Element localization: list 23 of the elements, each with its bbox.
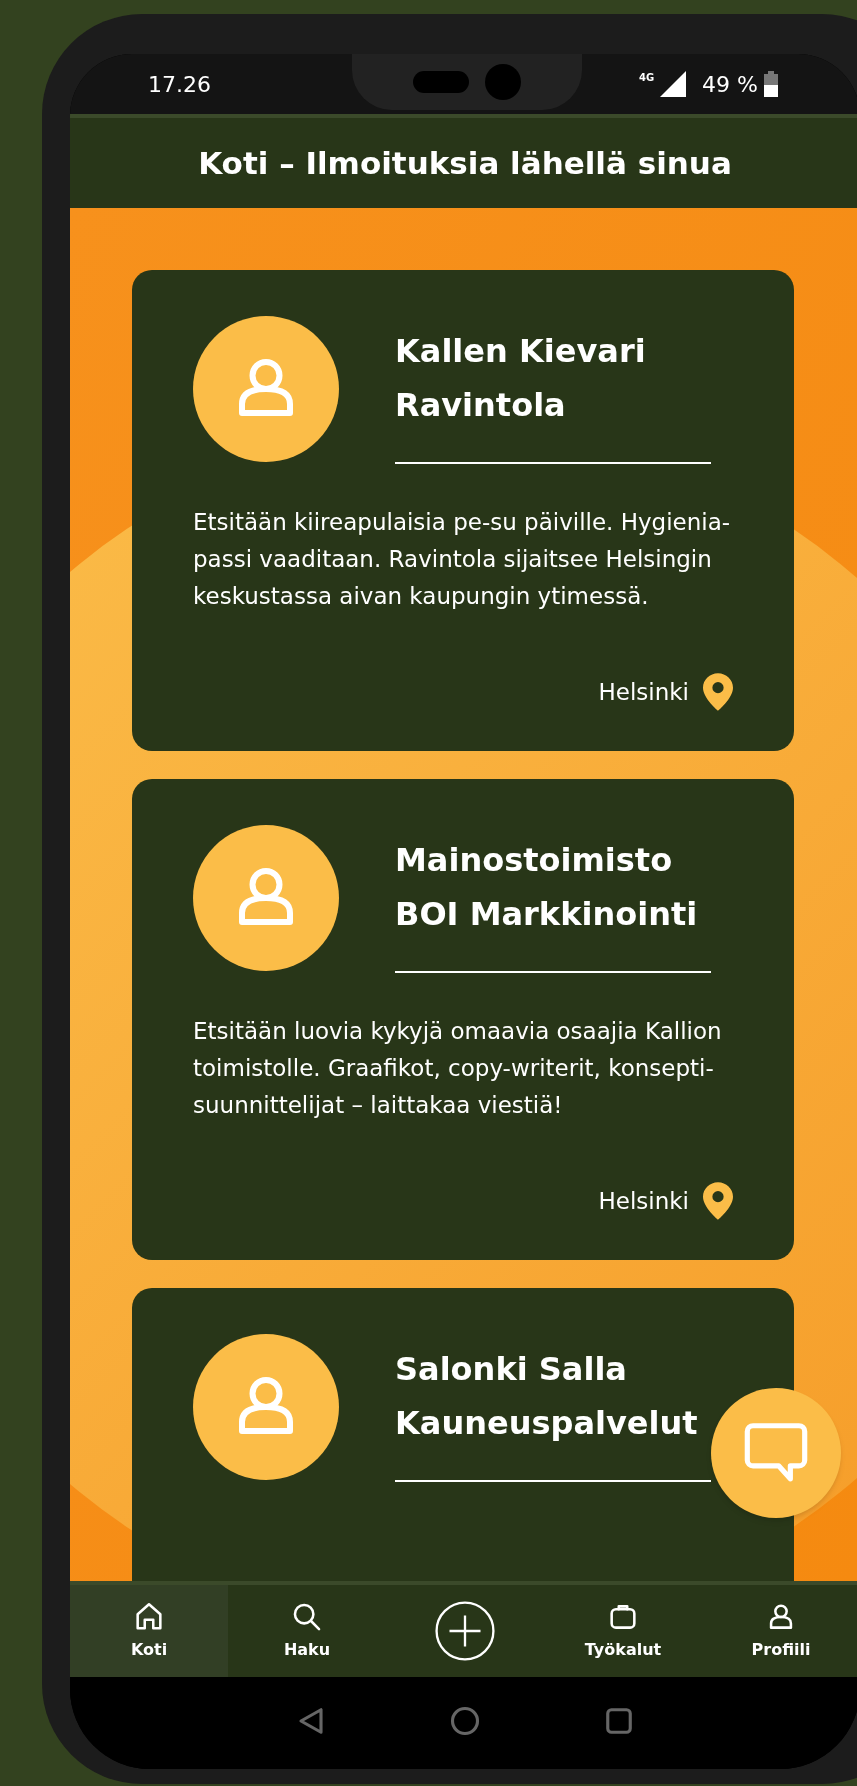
- home-circle-icon[interactable]: [450, 1706, 480, 1736]
- network-label: 4G: [638, 70, 655, 85]
- listing-description: Etsitään kiireapulaisia pe-su päiville. Hygienia-passi vaaditaan. Ravintola sijaitsee Helsingin keskustassa aivan kaupungin ytimessä.: [193, 508, 732, 611]
- listing-title: Salonki Salla Kauneuspalvelut: [395, 1349, 699, 1444]
- listing-card[interactable]: Mainostoimisto BOI Markkinointi Etsitään luovia kykyjä omaavia osaajia Kallion toimistolle. Graafikot, copy-writerit, konsepti-suunnittelijat – laittakaa viestiä! Helsinki: [132, 779, 794, 1260]
- location-label: Helsinki: [598, 677, 689, 707]
- listing-title: Mainostoimisto BOI Markkinointi: [395, 840, 699, 935]
- listing-title: Kallen Kievari Ravintola: [395, 331, 647, 426]
- location-label: Helsinki: [598, 1186, 689, 1216]
- location-pin-icon: [703, 1182, 733, 1220]
- battery-label: 49 %: [702, 70, 758, 99]
- listing-card[interactable]: Kallen Kievari Ravintola Etsitään kiireapulaisia pe-su päiville. Hygienia-passi vaaditaan. Ravintola sijaitsee Helsingin keskustassa aivan kaupungin ytimessä. Helsinki: [132, 270, 794, 751]
- signal-icon: [660, 71, 687, 97]
- back-icon[interactable]: [296, 1706, 326, 1736]
- recent-apps-icon[interactable]: [604, 1706, 634, 1736]
- listing-card[interactable]: Salonki Salla Kauneuspalvelut: [132, 1288, 794, 1581]
- plus-circle-icon: [434, 1600, 496, 1662]
- listing-description: Etsitään luovia kykyjä omaavia osaajia Kallion toimistolle. Graafikot, copy-writerit, konsepti-suunnittelijat – laittakaa viestiä!: [193, 1017, 723, 1120]
- page-title: Koti – Ilmoituksia lähellä sinua: [198, 143, 732, 183]
- battery-icon: [764, 71, 778, 97]
- nav-tab[interactable]: Koti: [70, 1585, 228, 1677]
- location-pin-icon: [703, 673, 733, 711]
- clock: 17.26: [148, 70, 211, 99]
